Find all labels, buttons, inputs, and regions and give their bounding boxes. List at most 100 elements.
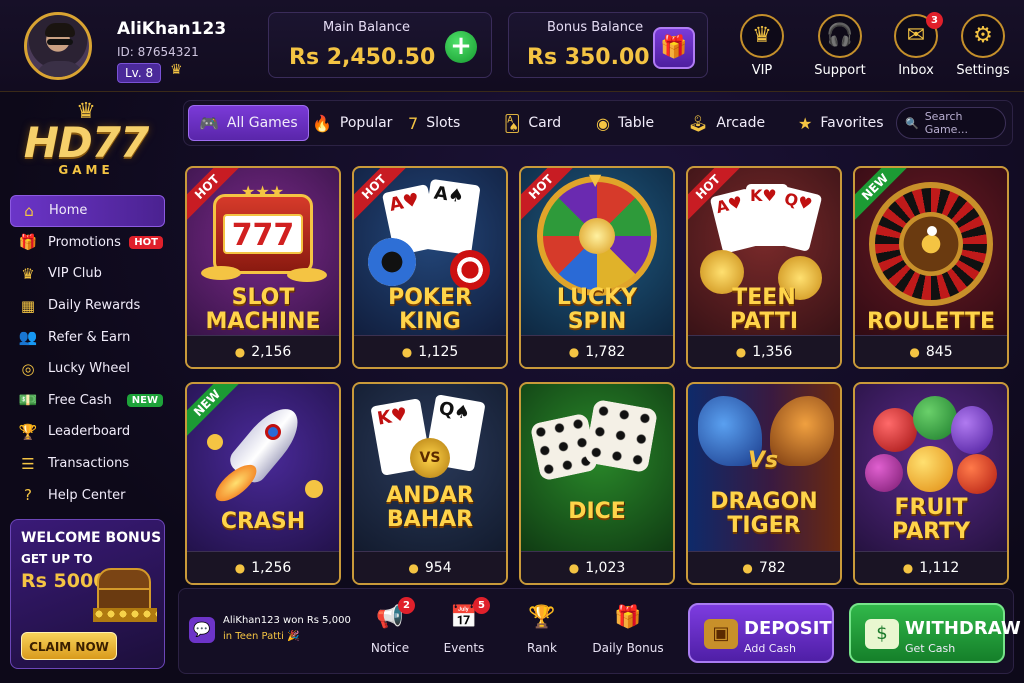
tab-card[interactable]: 🂡 Card — [494, 105, 571, 141]
calendar-icon: ▦ — [20, 296, 36, 315]
sidebar-item-promotions[interactable]: 🎁 Promotions HOT — [10, 227, 165, 259]
user-icon: ● — [234, 561, 246, 575]
crown-icon: ♛ — [740, 14, 784, 58]
arcade-icon: 🕹 — [688, 113, 709, 133]
player-count: ● 1,256 — [187, 551, 339, 583]
sidebar-item-free-cash[interactable]: 💵 Free Cash NEW — [10, 385, 165, 417]
sidebar-item-refer-earn[interactable]: 👥 Refer & Earn — [10, 321, 165, 353]
inbox-badge: 3 — [926, 12, 943, 29]
player-count: ● 1,782 — [521, 335, 673, 367]
game-card-teen-patti[interactable]: A♥ K♥ Q♥ TEEN PATTI ● 1,356 HOT — [686, 166, 842, 369]
settings-button[interactable]: ⚙ Settings — [953, 14, 1013, 78]
player-count: ● 1,356 — [688, 335, 840, 367]
home-icon: ⌂ — [24, 201, 34, 220]
star-icon: ★ — [798, 113, 813, 133]
game-card-poker-king[interactable]: A♥ A♠ POKER KING ● 1,125 HOT — [352, 166, 508, 369]
tab-all-games[interactable]: 🎮 All Games — [188, 105, 309, 141]
crown-icon: ♛ — [21, 264, 35, 283]
game-card-slot-machine[interactable]: 777 ★★★ SLOT MACHINE ● 2,156 HOT — [185, 166, 341, 369]
trophy-icon: 🏆 — [528, 605, 556, 630]
deposit-button[interactable]: ▣ DEPOSIT Add Cash — [688, 603, 834, 663]
treasure-chest-icon — [91, 564, 159, 624]
daily-bonus-button[interactable]: 🎁 Daily Bonus — [588, 603, 668, 655]
fire-icon: 🔥 — [312, 113, 332, 133]
welcome-bonus-banner: WELCOME BONUS GET UP TO Rs 5000 CLAIM NO… — [10, 519, 165, 669]
user-icon: ● — [909, 345, 920, 359]
main-balance-card: Main Balance Rs 2,450.50 + — [268, 12, 492, 78]
trophy-icon: 🏆 — [18, 422, 38, 441]
vip-button[interactable]: ♛ VIP — [732, 14, 792, 78]
rank-button[interactable]: 🏆 Rank — [502, 603, 582, 655]
username: AliKhan123 — [117, 19, 227, 39]
player-count: ● 845 — [855, 335, 1007, 367]
sidebar-item-daily-rewards[interactable]: ▦ Daily Rewards — [10, 290, 165, 322]
user-icon: ● — [742, 561, 753, 575]
cash-icon: $ — [865, 619, 899, 649]
sidebar-item-vip-club[interactable]: ♛ VIP Club — [10, 258, 165, 290]
headset-icon: 🎧 — [818, 14, 862, 58]
wheel-icon: ◎ — [21, 359, 35, 378]
game-card-crash[interactable]: CRASH ● 1,256 NEW — [185, 382, 341, 585]
inbox-button[interactable]: ✉ Inbox 3 — [886, 12, 946, 78]
withdraw-button[interactable]: $ WITHDRAW Get Cash — [849, 603, 1021, 663]
events-button[interactable]: 📅 Events 5 — [424, 597, 504, 655]
sidebar-item-home[interactable]: ⌂ Home — [10, 195, 165, 227]
game-card-roulette[interactable]: ROULETTE ● 845 NEW — [853, 166, 1009, 369]
notice-badge: 2 — [398, 597, 415, 614]
user-id: ID: 87654321 — [117, 45, 199, 59]
crown-icon: ♛ — [170, 62, 183, 78]
sidebar-item-help-center[interactable]: ? Help Center — [10, 479, 165, 511]
gamepad-icon: 🎮 — [199, 113, 219, 133]
tab-favorites[interactable]: ★ Favorites — [788, 105, 894, 141]
add-funds-button[interactable]: + — [445, 31, 477, 63]
chat-icon: 💬 — [189, 617, 215, 643]
bonus-balance-card: Bonus Balance Rs 350.00 🎁 — [508, 12, 708, 78]
cash-icon: 💵 — [18, 391, 38, 410]
support-button[interactable]: 🎧 Support — [810, 14, 870, 78]
sidebar-nav: ⌂ Home 🎁 Promotions HOT ♛ VIP Club ▦ Daily Re… — [10, 195, 165, 511]
gift-icon: 🎁 — [18, 233, 38, 252]
wallet-icon: ▣ — [704, 619, 738, 649]
help-icon: ? — [24, 486, 32, 505]
new-tag: NEW — [126, 393, 163, 407]
game-card-dragon-tiger[interactable]: Vs DRAGON TIGER ● 782 — [686, 382, 842, 585]
player-count: ● 2,156 — [187, 335, 339, 367]
sidebar-item-leaderboard[interactable]: 🏆 Leaderboard — [10, 416, 165, 448]
gift-icon[interactable]: 🎁 — [653, 27, 695, 69]
game-card-lucky-spin[interactable]: ▼ LUCKY SPIN ● 1,782 HOT — [519, 166, 675, 369]
bonus-balance-value: Rs 350.00 — [527, 45, 650, 70]
slots-icon: 7 — [408, 113, 419, 133]
notice-button[interactable]: 📢 Notice 2 — [350, 597, 430, 655]
claim-now-button[interactable]: CLAIM NOW — [21, 632, 117, 660]
bottom-bar: 💬 AliKhan123 won Rs 5,000 in Teen Patti … — [178, 588, 1021, 674]
level-badge: Lv. 8 — [117, 63, 162, 83]
player-count: ● 1,112 — [855, 551, 1007, 583]
tab-table[interactable]: ◉ Table — [586, 105, 664, 141]
gear-icon: ⚙ — [961, 14, 1005, 58]
user-icon: ● — [234, 345, 246, 359]
users-icon: 👥 — [18, 328, 38, 347]
calendar-star-icon: 📅 — [450, 605, 478, 630]
sidebar-item-lucky-wheel[interactable]: ◎ Lucky Wheel — [10, 353, 165, 385]
search-icon: 🔍 — [905, 116, 919, 130]
search-input[interactable]: 🔍 Search Game... — [896, 107, 1006, 139]
player-count: ● 782 — [688, 551, 840, 583]
tab-popular[interactable]: 🔥 Popular — [302, 105, 402, 141]
tab-slots[interactable]: 7 Slots — [398, 105, 470, 141]
logo: ♛ HD77 GAME — [16, 101, 156, 187]
list-icon: ☰ — [21, 454, 35, 473]
game-card-fruit-party[interactable]: FRUIT PARTY ● 1,112 — [853, 382, 1009, 585]
tab-arcade[interactable]: 🕹 Arcade — [678, 105, 775, 141]
events-badge: 5 — [473, 597, 490, 614]
winner-ticker: 💬 AliKhan123 won Rs 5,000 in Teen Patti … — [189, 613, 351, 651]
game-card-andar-bahar[interactable]: K♥ Q♠ VS ANDAR BAHAR ● 954 — [352, 382, 508, 585]
sidebar-item-transactions[interactable]: ☰ Transactions — [10, 448, 165, 480]
player-count: ● 1,125 — [354, 335, 506, 367]
player-count: ● 1,023 — [521, 551, 673, 583]
player-count: ● 954 — [354, 551, 506, 583]
game-card-dice[interactable]: DICE ● 1,023 — [519, 382, 675, 585]
chip-icon: ◉ — [596, 113, 610, 133]
user-icon: ● — [735, 345, 747, 359]
game-grid: 777 ★★★ SLOT MACHINE ● 2,156 HOT A♥ A♠ PO… — [183, 166, 1013, 585]
avatar[interactable] — [24, 12, 92, 80]
